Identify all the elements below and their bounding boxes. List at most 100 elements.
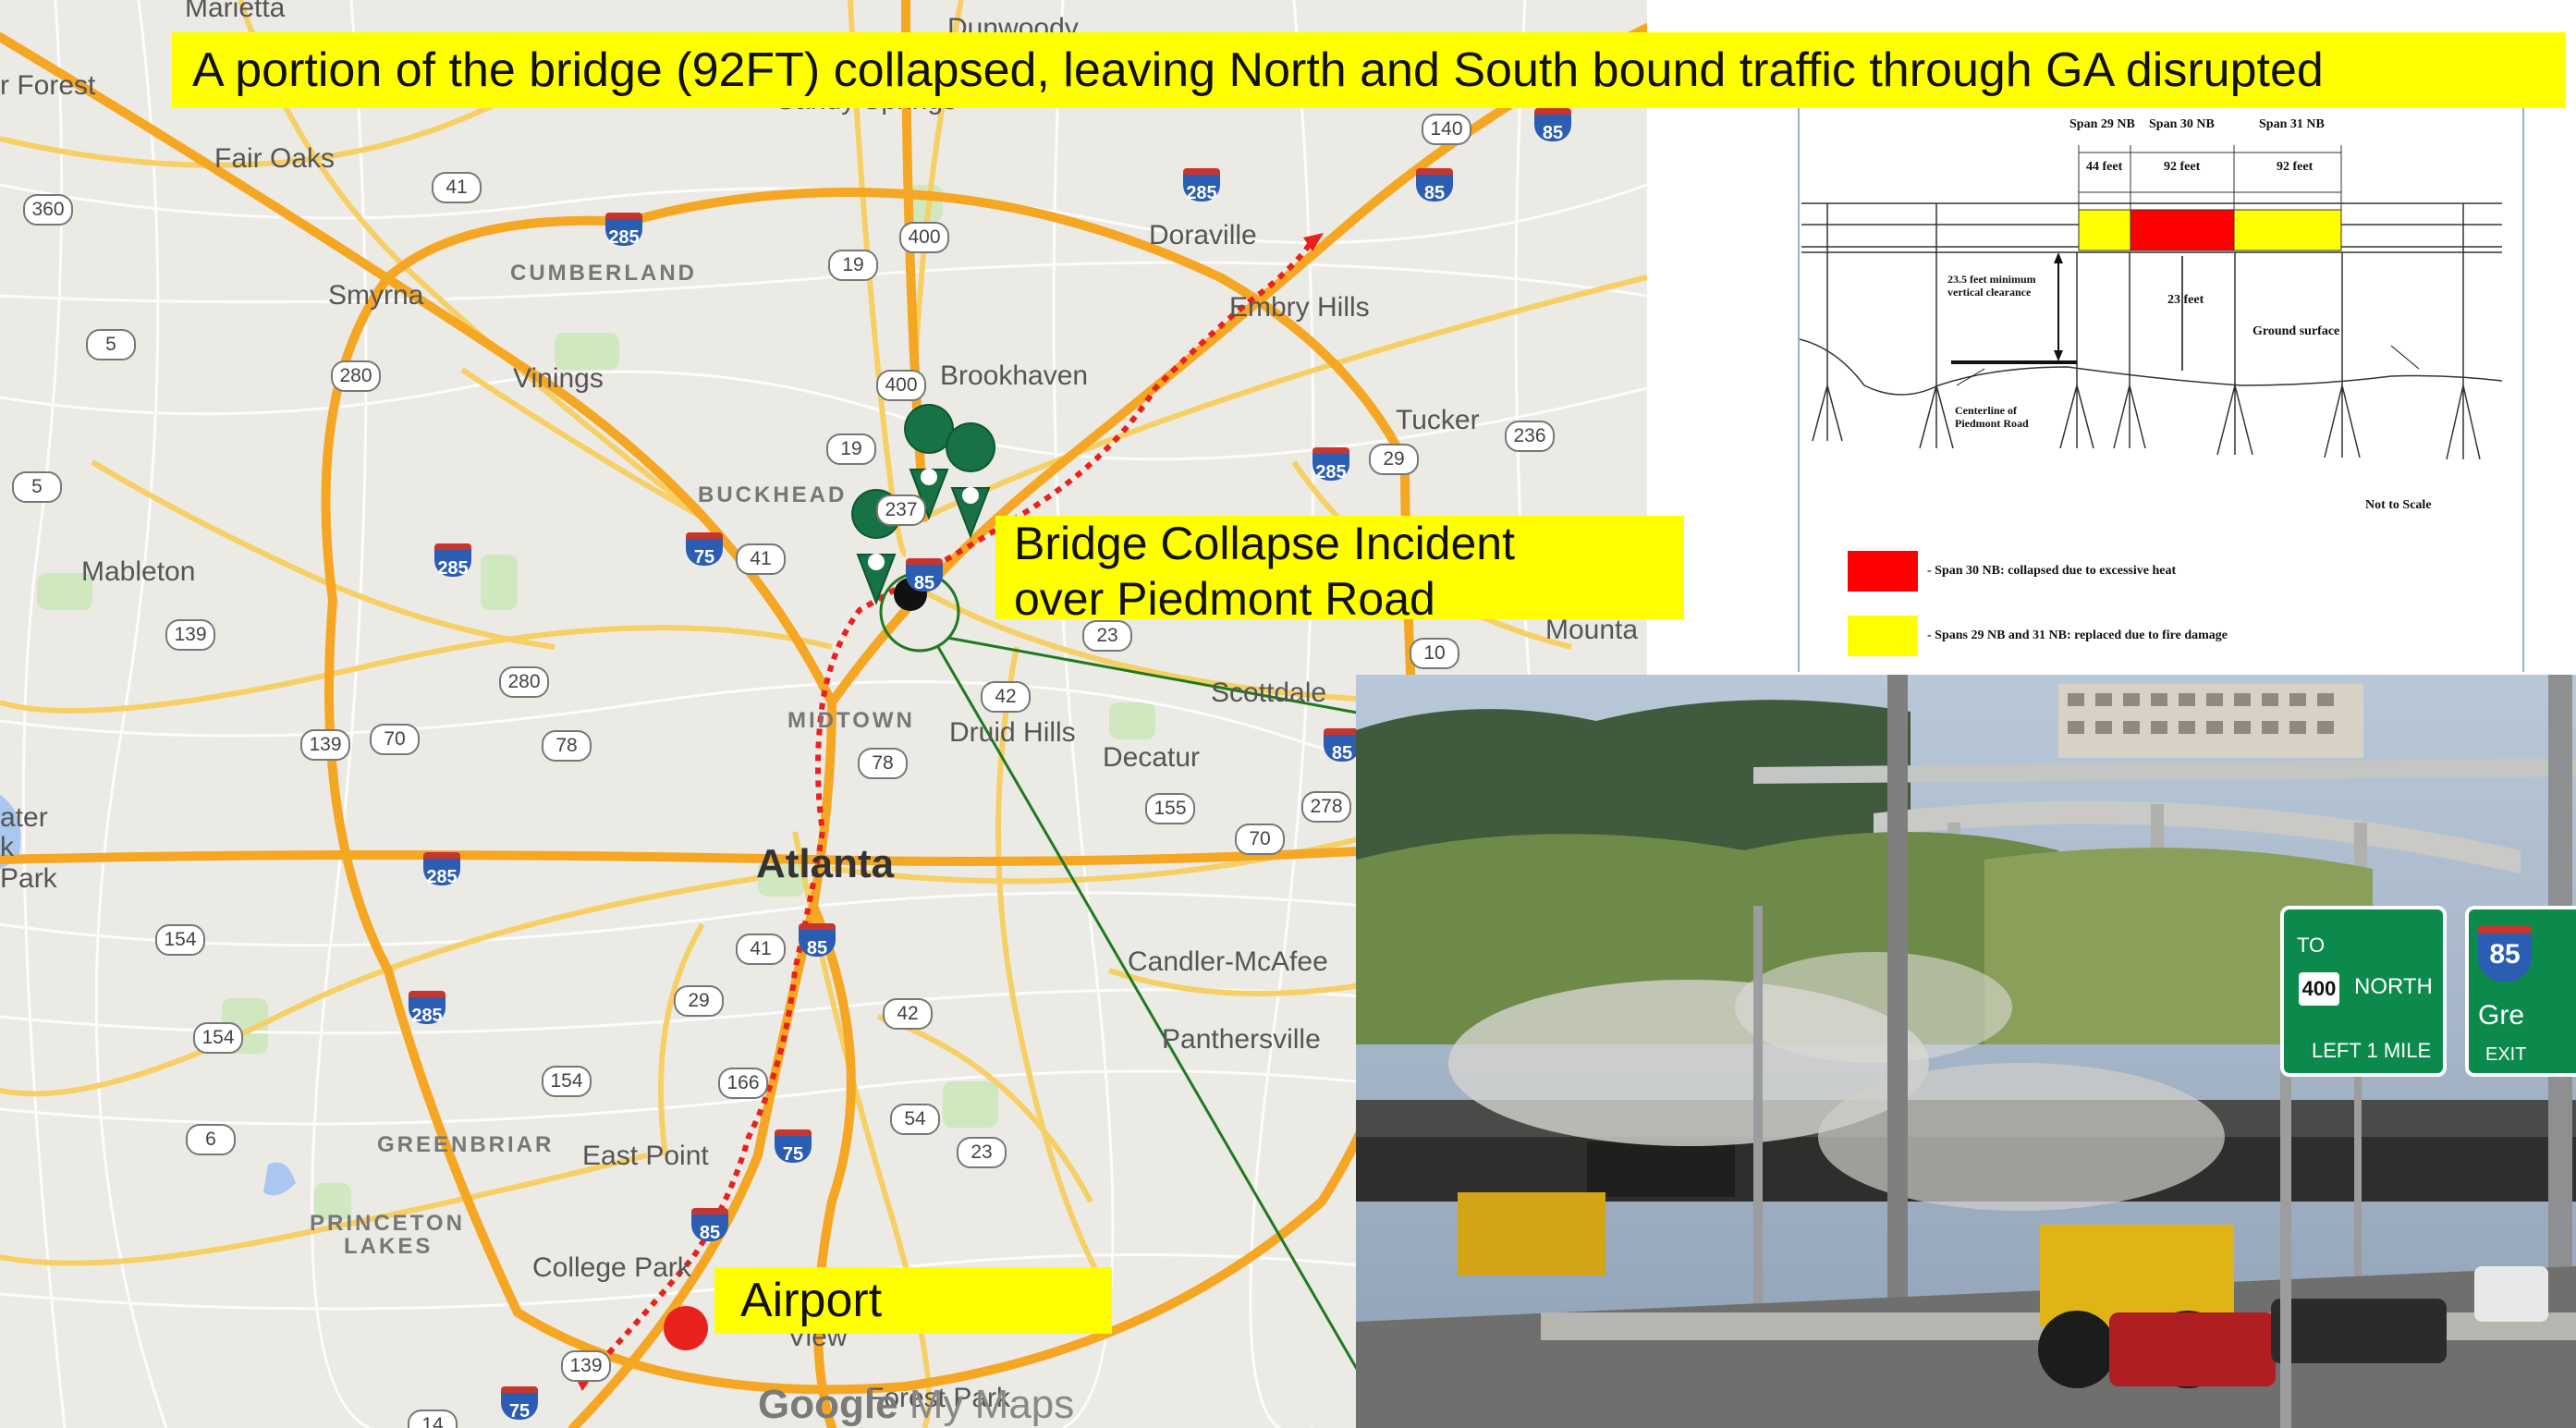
span-label: Span 29 NB xyxy=(2069,117,2135,131)
place-label: Panthersville xyxy=(1162,1024,1321,1055)
span-length: 92 feet xyxy=(2277,160,2314,174)
route-shield: 154 xyxy=(155,924,205,956)
interstate-shield: 75 xyxy=(775,1129,812,1165)
map-watermark: Google My Maps xyxy=(758,1382,1074,1428)
route-shield: 23 xyxy=(957,1137,1007,1168)
place-label: East Point xyxy=(582,1141,709,1171)
legend-text: - Span 30 NB: collapsed due to excessive… xyxy=(1927,564,2177,578)
route-shield: 78 xyxy=(542,730,592,762)
route-shield: 70 xyxy=(370,724,420,755)
sign-partial-text: Gre xyxy=(2478,1000,2525,1031)
span-30-highlight xyxy=(2130,209,2235,251)
interstate-shield: 285 xyxy=(434,543,471,579)
airport-label: Airport xyxy=(714,1267,1112,1334)
clearance-note: 23.5 feet minimum vertical clearance xyxy=(1947,273,2036,299)
route-shield: 280 xyxy=(331,360,381,392)
incident-label: Bridge Collapse Incident over Piedmont R… xyxy=(995,516,1684,625)
place-label: Tucker xyxy=(1396,405,1480,435)
interstate-shield: 285 xyxy=(605,213,642,248)
interstate-shield: 85 xyxy=(1324,728,1361,763)
route-shield: 278 xyxy=(1301,791,1351,823)
route-shield: 29 xyxy=(674,985,724,1017)
route-shield: 10 xyxy=(1410,638,1459,669)
route-shield: 54 xyxy=(890,1104,940,1135)
place-label: Smyrna xyxy=(328,280,424,311)
route-shield: 41 xyxy=(736,543,786,575)
interstate-shield: 75 xyxy=(686,532,723,568)
span-length: 92 feet xyxy=(2164,160,2201,174)
incident-label-line2: over Piedmont Road xyxy=(1014,573,1435,625)
bridge-diagram: Span 29 NB Span 30 NB Span 31 NB 44 feet… xyxy=(1798,108,2524,672)
place-label: Atlanta xyxy=(756,841,895,886)
route-shield: 14 xyxy=(408,1410,458,1428)
route-shield: 139 xyxy=(300,729,350,761)
interstate-shield: 85 xyxy=(1416,168,1453,203)
interstate-shield: 75 xyxy=(501,1386,538,1422)
place-label: r Forest xyxy=(0,70,96,101)
place-label: Park xyxy=(0,863,57,894)
interstate-shield: 85 xyxy=(691,1208,728,1243)
sign-exit-info: LEFT 1 MILE xyxy=(2312,1039,2432,1062)
route-shield: 19 xyxy=(826,433,876,465)
route-shield: 155 xyxy=(1145,793,1195,824)
route-shield: 237 xyxy=(876,494,926,526)
span-length: 44 feet xyxy=(2086,160,2123,174)
route-shield: 139 xyxy=(561,1350,611,1382)
place-label: LAKES xyxy=(344,1234,433,1259)
legend-swatch-yellow xyxy=(1848,616,1918,656)
airport-marker xyxy=(664,1306,708,1350)
legend-swatch-red xyxy=(1848,551,1918,592)
route-shield: 154 xyxy=(542,1066,592,1097)
span-label: Span 30 NB xyxy=(2149,117,2215,131)
route-shield: 236 xyxy=(1505,421,1555,452)
route-shield: 140 xyxy=(1422,114,1471,145)
place-label: Marietta xyxy=(185,0,286,23)
route-shield: 42 xyxy=(883,998,933,1030)
route-shield: 280 xyxy=(499,666,549,698)
span-label: Span 31 NB xyxy=(2259,117,2325,131)
place-label: College Park xyxy=(532,1252,691,1283)
interstate-shield: 85 xyxy=(799,923,836,958)
sign-route: 400 xyxy=(2299,972,2339,1006)
legend-item-collapsed: - Span 30 NB: collapsed due to excessive… xyxy=(1848,550,2176,592)
span-31-highlight xyxy=(2233,209,2342,251)
route-shield: 41 xyxy=(736,934,786,965)
legend-text: - Spans 29 NB and 31 NB: replaced due to… xyxy=(1927,629,2228,642)
route-shield: 42 xyxy=(981,681,1031,713)
google-logo: Google xyxy=(758,1382,898,1427)
sign-to: TO xyxy=(2297,934,2326,957)
interstate-shield: 285 xyxy=(423,852,460,887)
place-label: Brookhaven xyxy=(940,360,1089,391)
place-label: ater xyxy=(0,802,48,833)
scale-note: Not to Scale xyxy=(2365,498,2432,512)
centerline-note: Centerline of Piedmont Road xyxy=(1955,404,2029,430)
interstate-shield: 85 xyxy=(906,558,943,593)
route-shield: 5 xyxy=(86,329,136,360)
interstate-shield: 285 xyxy=(409,991,446,1026)
sign-interstate: 85 xyxy=(2478,926,2532,982)
route-shield: 19 xyxy=(828,250,878,281)
route-shield: 166 xyxy=(718,1068,768,1099)
route-shield: 139 xyxy=(165,619,215,651)
route-shield: 70 xyxy=(1235,824,1285,855)
route-shield: 29 xyxy=(1369,444,1419,475)
route-shield: 154 xyxy=(193,1022,243,1054)
interstate-shield: 285 xyxy=(1312,447,1349,482)
span-29-highlight xyxy=(2078,209,2131,251)
place-label: BUCKHEAD xyxy=(698,482,848,507)
place-label: Vinings xyxy=(513,363,604,394)
highway-sign-ga400: TO 400 NORTH LEFT 1 MILE xyxy=(2280,906,2447,1077)
place-label: Mableton xyxy=(81,556,196,587)
place-label: PRINCETON xyxy=(310,1211,465,1236)
place-label: k xyxy=(0,832,14,862)
height-label: 23 feet xyxy=(2167,293,2204,307)
place-label: Candler-McAfee xyxy=(1128,946,1328,977)
place-label: Decatur xyxy=(1103,742,1201,773)
collapse-photo: TO 400 NORTH LEFT 1 MILE 85 Gre EXIT xyxy=(1356,675,2576,1428)
route-shield: 78 xyxy=(858,748,908,779)
my-maps-label: My Maps xyxy=(909,1382,1075,1427)
interstate-shield: 285 xyxy=(1183,168,1220,203)
place-label: Doraville xyxy=(1149,220,1257,250)
highway-sign-i85: 85 Gre EXIT xyxy=(2465,906,2576,1077)
title-banner: A portion of the bridge (92FT) collapsed… xyxy=(172,32,2566,108)
